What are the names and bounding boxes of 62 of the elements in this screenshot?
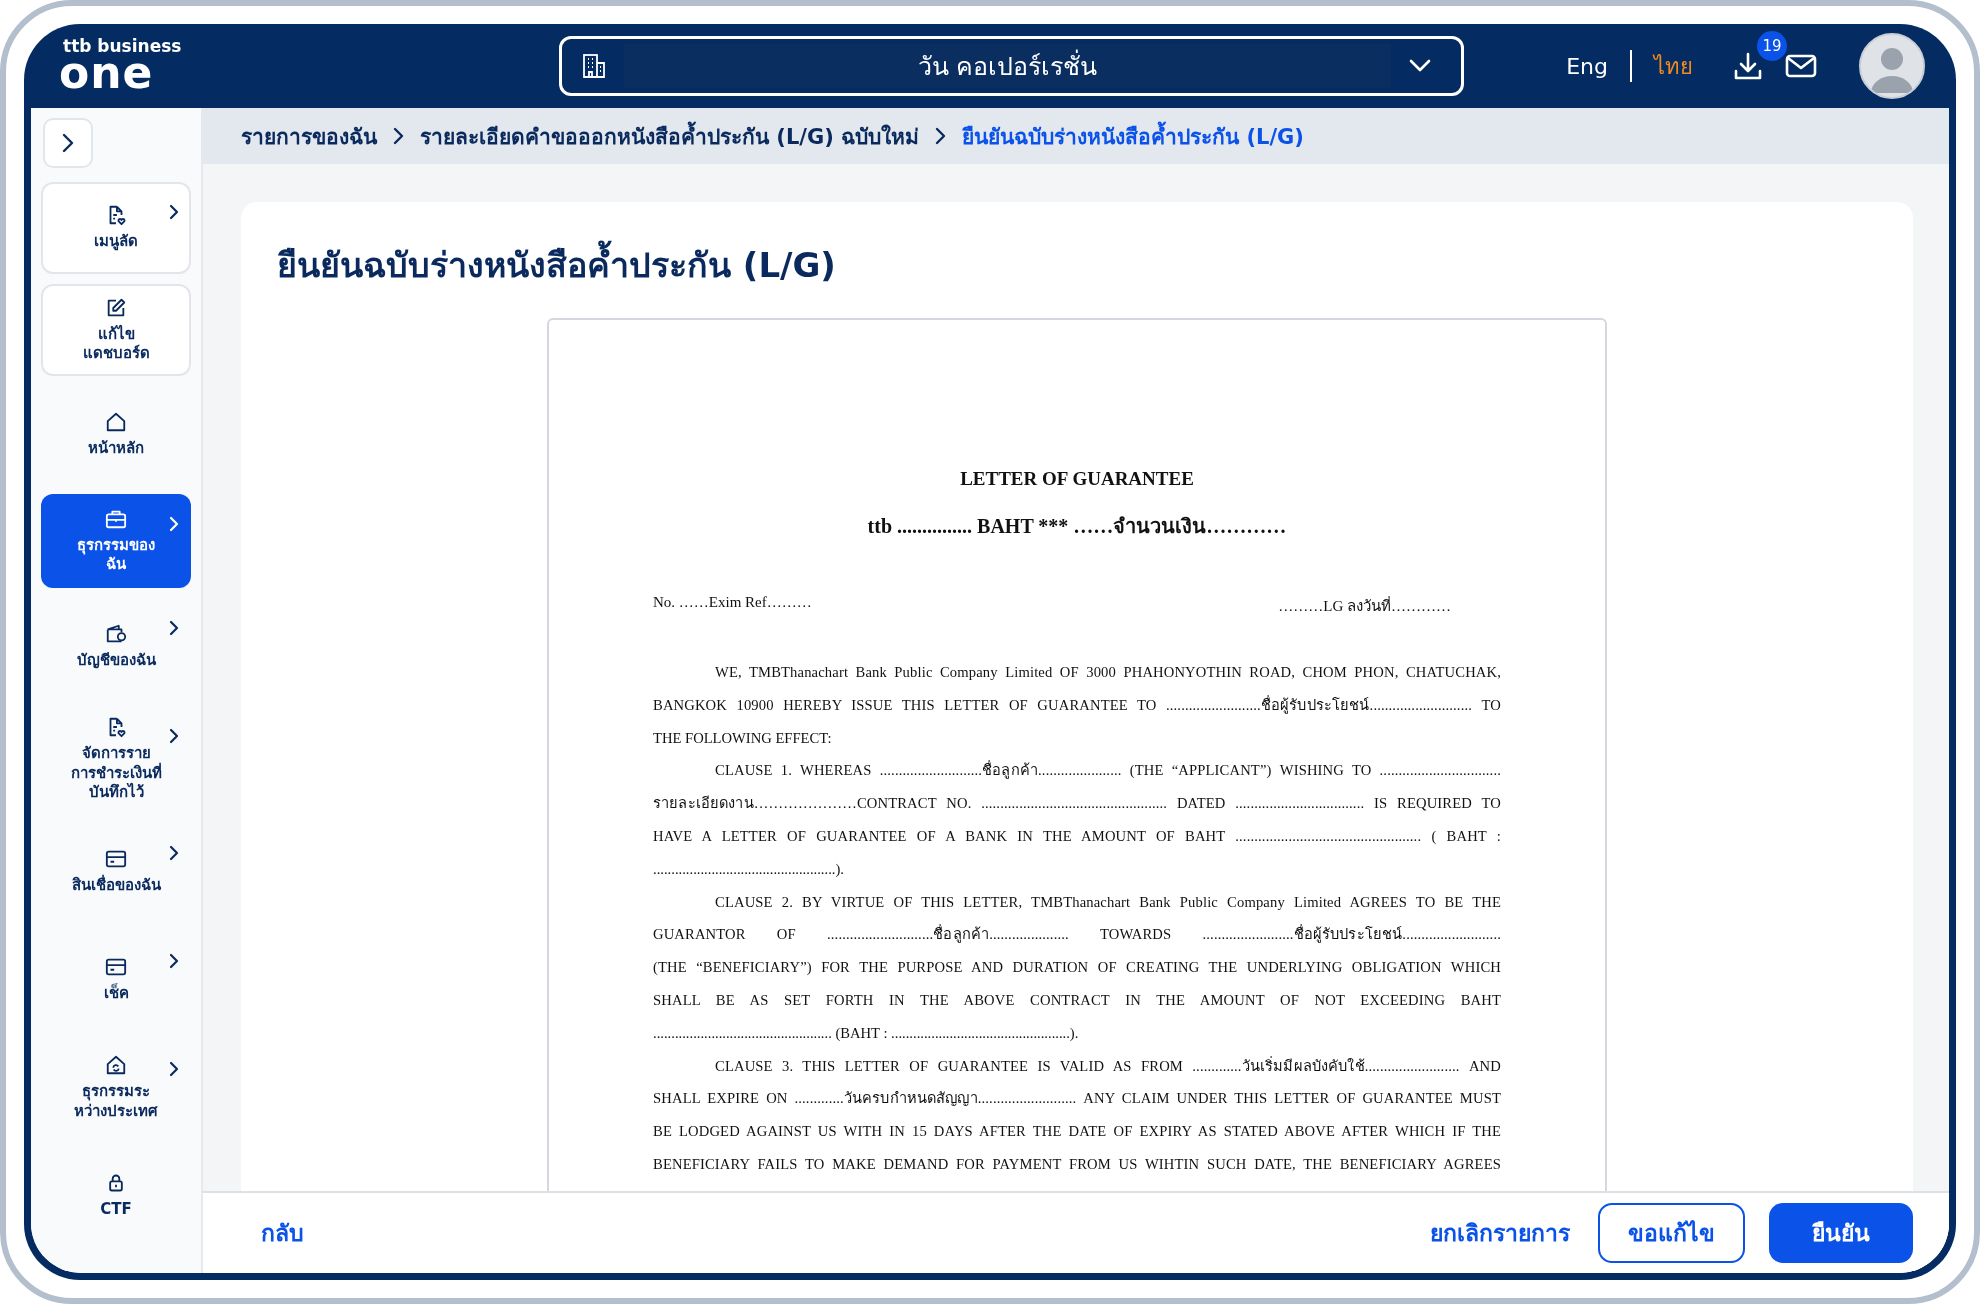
sidebar-item[interactable]: เมนูลัด bbox=[41, 182, 191, 274]
document-text-line: (THE “BENEFICIARY”) FOR THE PURPOSE AND DURATION OF CREATING THE UNDERLYING OBLIGATION WHICH bbox=[653, 958, 1501, 978]
back-link[interactable]: กลับ bbox=[261, 1215, 304, 1251]
mail-icon[interactable] bbox=[1785, 54, 1817, 78]
company-dropdown[interactable]: วัน คอเปอร์เรชั่น bbox=[559, 36, 1464, 96]
document-text-line: ................................................. (BAHT : .................................................). bbox=[653, 1023, 1080, 1043]
sidebar-item[interactable]: CTF bbox=[41, 1146, 191, 1245]
expand-sidebar-button[interactable] bbox=[43, 118, 93, 168]
language-option[interactable]: Eng bbox=[1566, 53, 1608, 79]
document-text-line: WE, TMBThanachart Bank Public Company Limited OF 3000 PHAHONYOTHIN ROAD, CHOM PHON, CHATUCHAK, bbox=[714, 663, 1501, 682]
sidebar-item[interactable]: ธุรกรรมของ ฉัน bbox=[41, 494, 191, 588]
confirm-button[interactable]: ยืนยัน bbox=[1769, 1203, 1913, 1263]
home-refresh-icon bbox=[105, 1054, 127, 1076]
date-text: ………LG ลงวันที่………… bbox=[1278, 595, 1451, 616]
chevron-right-icon bbox=[169, 516, 179, 532]
logo-text: ttb business bbox=[63, 37, 183, 55]
home-icon bbox=[105, 411, 127, 434]
document-text-line: BANGKOK 10900 HEREBY ISSUE THIS LETTER OF GUARANTEE TO .........................ชื่อผู้รับประโยชน์........................... TO bbox=[653, 694, 1501, 716]
cancel-link[interactable]: ยกเลิกรายการ bbox=[1426, 1203, 1574, 1263]
building-icon bbox=[582, 53, 606, 79]
chevron-right-icon bbox=[169, 952, 179, 969]
document-title: LETTER OF GUARANTEE bbox=[959, 468, 1195, 490]
document-text-line: GUARANTOR OF ............................ชื่อลูกค้า..................... TOWARDS ........................ชื่อผู้รับประโยชน์.......................... bbox=[653, 923, 1501, 945]
chevron-right-icon bbox=[393, 127, 404, 145]
sidebar-item[interactable]: บัญชีของฉัน bbox=[41, 598, 191, 696]
page-title: ยืนยันฉบับร่างหนังสือค้ำประกัน (L/G) bbox=[277, 238, 836, 292]
chevron-right-icon bbox=[169, 1060, 179, 1077]
breadcrumb-link[interactable]: รายการของฉัน bbox=[241, 119, 377, 153]
breadcrumb-link[interactable]: ยืนยันฉบับร่างหนังสือค้ำประกัน (L/G) bbox=[962, 119, 1304, 153]
document-text-line: ..................................................). bbox=[653, 859, 845, 879]
amount-line: ttb ............... BAHT *** ……จำนวนเงิน………… bbox=[866, 514, 1288, 539]
document-text-line: CLAUSE 2. BY VIRTUE OF THIS LETTER, TMBThanachart Bank Public Company Limited AGREES TO BE THE bbox=[714, 892, 1501, 912]
notification-badge: 19 bbox=[1757, 31, 1787, 61]
chevron-right-icon bbox=[62, 133, 74, 153]
chevron-right-icon bbox=[169, 844, 179, 861]
edit-icon bbox=[105, 296, 127, 319]
document-text-line: THE FOLLOWING EFFECT: bbox=[653, 728, 833, 748]
document-text-line: BE LODGED AGAINST US WITH IN 15 DAYS AFTER THE DATE OF EXPIRY AS STATED ABOVE AFTER WHICH IF THE bbox=[653, 1122, 1501, 1142]
document-text-line: SHALL EXPIRE ON .............วันครบกำหนดสัญญา.......................... ANY CLAIM UNDER THIS LETTER OF GUARANTEE MUST bbox=[653, 1089, 1501, 1109]
sidebar-item[interactable]: เช็ค bbox=[41, 930, 191, 1029]
breadcrumb-link[interactable]: รายละเอียดคำขอออกหนังสือค้ำประกัน (L/G) ฉบับใหม่ bbox=[420, 119, 920, 153]
document-text-line: BENEFICIARY FAILS TO MAKE DEMAND FOR PAYMENT FROM US WIHTIN SUCH DATE, THE BENEFICIARY AGREES bbox=[653, 1154, 1501, 1174]
download-icon[interactable] bbox=[1733, 51, 1763, 81]
document-text-line: HAVE A LETTER OF GUARANTEE OF A BANK IN THE AMOUNT OF BAHT ................................................. ( BAHT : bbox=[653, 827, 1501, 846]
document-text-line: CLAUSE 3. THIS LETTER OF GUARANTEE IS VALID AS FROM .............วันเริ่มมีผลบังคับใช้......................... AND bbox=[714, 1055, 1501, 1076]
chevron-right-icon bbox=[169, 620, 179, 636]
chevron-right-icon bbox=[169, 204, 179, 220]
chevron-down-icon bbox=[1409, 59, 1431, 73]
document-text-line: SHALL BE AS SET FORTH IN THE ABOVE CONTRACT IN THE AMOUNT OF NOT EXCEEDING BAHT bbox=[653, 990, 1501, 1010]
company-name: วัน คอเปอร์เรชั่น bbox=[624, 44, 1391, 88]
sidebar-item[interactable]: จัดการราย การชำระเงินที่ บันทึกไว้ bbox=[41, 706, 191, 813]
sidebar-item[interactable]: แก้ไข แดชบอร์ด bbox=[41, 284, 191, 376]
chevron-right-icon bbox=[169, 728, 179, 744]
document-text-line: รายละเอียดงาน…………………CONTRACT NO. ................................................. DATED .................................. IS REQUIRED TO bbox=[653, 794, 1501, 814]
document-text-line: CLAUSE 1. WHEREAS ...........................ชื่อลูกค้า...................... (THE “APPLICANT”) WISHING TO ................................ bbox=[714, 759, 1501, 781]
request-edit-button[interactable]: ขอแก้ไข bbox=[1598, 1203, 1745, 1263]
language-option[interactable]: ไทย bbox=[1654, 48, 1693, 84]
sidebar-item[interactable]: ธุรกรรมระ หว่างประเทศ bbox=[41, 1038, 191, 1137]
reference-text: No. ……Exim Ref……… bbox=[653, 594, 812, 612]
sidebar-item[interactable]: สินเชื่อของฉัน bbox=[41, 822, 191, 921]
sidebar-item[interactable]: หน้าหลัก bbox=[41, 386, 191, 484]
chevron-right-icon bbox=[935, 127, 947, 145]
